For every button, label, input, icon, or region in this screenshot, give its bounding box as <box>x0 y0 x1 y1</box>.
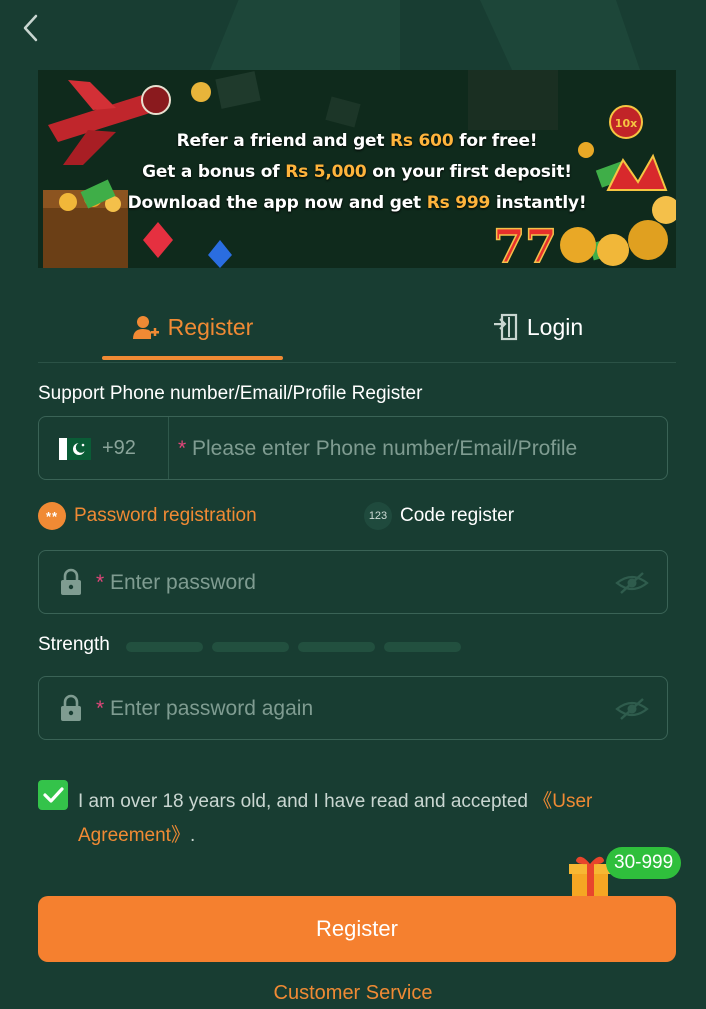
promo-banner[interactable]: 10x 77 Refer a friend and get Rs 600 for… <box>38 70 676 268</box>
code-mode-label: Code register <box>400 505 515 526</box>
eye-off-icon[interactable] <box>615 570 649 596</box>
password-field[interactable]: * <box>38 550 668 615</box>
lock-icon <box>61 568 81 595</box>
sevens-icon: 77 <box>492 218 558 268</box>
add-user-icon <box>132 316 159 339</box>
code-mode-icon: 123 <box>364 502 392 530</box>
gift-badge[interactable]: 30-999 <box>606 847 682 879</box>
header-shape-left <box>210 0 400 70</box>
required-mark: * <box>178 437 187 460</box>
lock-icon <box>61 694 81 721</box>
agreement-checkbox[interactable] <box>38 780 68 810</box>
code-register-option[interactable]: 123 Code register <box>364 500 514 532</box>
required-mark: * <box>96 697 105 720</box>
tab-register-label: Register <box>167 313 254 340</box>
password-mode-icon: ** <box>38 502 66 530</box>
checkmark-icon <box>43 787 64 803</box>
svg-text:77: 77 <box>493 219 557 268</box>
pakistan-flag-icon <box>59 438 91 460</box>
strength-label: Strength <box>38 634 110 655</box>
strength-bar <box>212 642 289 652</box>
login-icon <box>493 313 517 341</box>
phone-field[interactable]: +92 * <box>38 416 668 481</box>
header-shape-right <box>480 0 640 70</box>
tab-register[interactable]: Register <box>102 296 283 358</box>
register-mode-row: ** Password registration 123 Code regist… <box>38 500 668 532</box>
back-button[interactable] <box>14 10 50 46</box>
confirm-password-field[interactable]: * <box>38 676 668 741</box>
password-mode-label: Password registration <box>74 505 257 526</box>
tab-login[interactable]: Login <box>438 296 638 358</box>
password-registration-option[interactable]: ** Password registration <box>38 500 257 532</box>
tab-login-label: Login <box>526 313 584 340</box>
field-divider <box>168 417 169 479</box>
phone-input[interactable] <box>190 417 664 481</box>
strength-bar <box>384 642 461 652</box>
confirm-password-input[interactable] <box>108 677 592 741</box>
required-mark: * <box>96 571 105 594</box>
strength-bar <box>126 642 203 652</box>
register-button[interactable]: Register <box>38 896 676 962</box>
eye-off-icon[interactable] <box>615 696 649 722</box>
dial-code[interactable]: +92 <box>102 437 136 460</box>
chevron-left-icon <box>23 14 38 42</box>
active-tab-indicator <box>102 356 283 360</box>
password-input[interactable] <box>108 551 592 615</box>
auth-tabs: Register Login <box>38 296 676 363</box>
banner-text: Refer a friend and get Rs 600 for free! … <box>127 131 587 213</box>
agreement-text: I am over 18 years old, and I have read … <box>78 791 593 846</box>
strength-bar <box>298 642 375 652</box>
support-label: Support Phone number/Email/Profile Regis… <box>38 383 423 404</box>
customer-service-link[interactable]: Customer Service <box>0 982 706 1005</box>
